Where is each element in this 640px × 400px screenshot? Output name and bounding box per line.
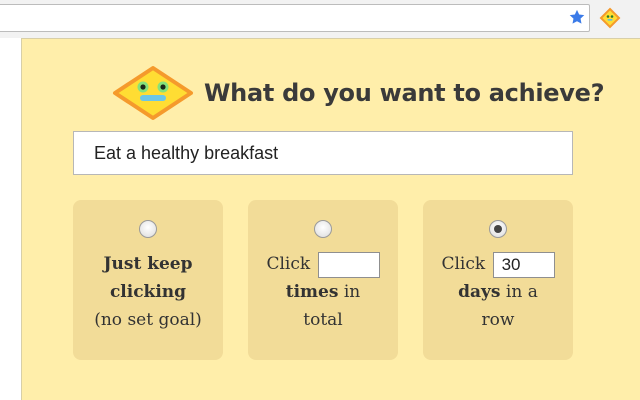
goal-input[interactable] bbox=[73, 131, 573, 175]
option-times-total-prefix: Click bbox=[266, 254, 311, 274]
option-no-goal[interactable]: Just keep clicking (no set goal) bbox=[73, 200, 223, 360]
option-times-total-line2: times in bbox=[256, 278, 390, 306]
option-no-goal-text: Just keep clicking (no set goal) bbox=[73, 250, 223, 334]
option-times-total[interactable]: Click times in total bbox=[248, 200, 398, 360]
star-icon[interactable] bbox=[568, 8, 586, 26]
option-days-row-text: Click days in a row bbox=[423, 250, 573, 334]
option-no-goal-line2: clicking bbox=[109, 282, 187, 302]
diamond-face-icon bbox=[113, 66, 193, 120]
option-days-row-line1: Click bbox=[431, 250, 565, 278]
browser-toolbar bbox=[0, 0, 640, 38]
option-days-row[interactable]: Click days in a row bbox=[423, 200, 573, 360]
popup-header: What do you want to achieve? bbox=[112, 65, 605, 121]
option-days-unit: days bbox=[458, 282, 501, 302]
days-count-input[interactable] bbox=[492, 251, 555, 278]
page-title: What do you want to achieve? bbox=[204, 79, 605, 107]
radio-days-row[interactable] bbox=[489, 220, 507, 238]
option-days-suffix2: row bbox=[481, 310, 515, 330]
option-days-prefix: Click bbox=[441, 254, 486, 274]
radio-no-goal[interactable] bbox=[139, 220, 157, 238]
option-no-goal-line3: (no set goal) bbox=[94, 310, 202, 330]
option-times-total-line1: Click bbox=[256, 250, 390, 278]
option-times-suffix1: in bbox=[343, 282, 361, 302]
extension-popup: What do you want to achieve? Just keep c… bbox=[21, 38, 640, 400]
option-days-suffix1: in a bbox=[505, 282, 538, 302]
address-bar[interactable] bbox=[0, 4, 590, 32]
option-times-unit: times bbox=[285, 282, 339, 302]
option-times-total-text: Click times in total bbox=[248, 250, 398, 334]
option-no-goal-line1: Just keep bbox=[103, 254, 193, 274]
radio-times-total[interactable] bbox=[314, 220, 332, 238]
times-count-input[interactable] bbox=[317, 251, 380, 278]
option-days-row-line2: days in a bbox=[431, 278, 565, 306]
extension-diamond-face-icon[interactable] bbox=[598, 6, 622, 30]
option-times-suffix2: total bbox=[303, 310, 343, 330]
